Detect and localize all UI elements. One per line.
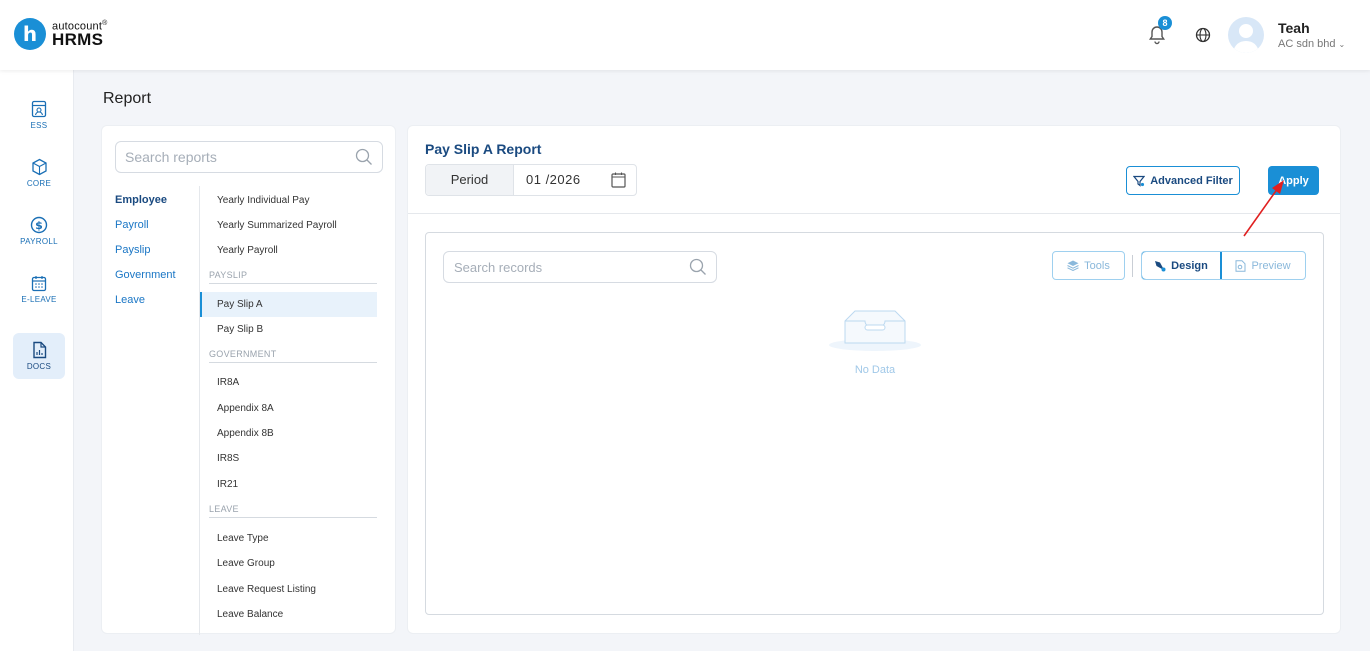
user-name[interactable]: Teah — [1278, 20, 1310, 36]
section-header-leave: LEAVE — [209, 504, 377, 518]
apply-button[interactable]: Apply — [1268, 166, 1319, 195]
calendar-icon — [31, 275, 47, 291]
section-header-government: GOVERNMENT — [209, 349, 377, 363]
report-item[interactable]: Appendix 8B — [200, 421, 377, 446]
section-header-payslip: PAYSLIP — [209, 270, 377, 284]
rail-label: ESS — [30, 121, 48, 130]
preview-icon — [1235, 259, 1246, 272]
category-list: Employee Payroll Payslip Government Leav… — [115, 193, 176, 318]
category-payroll[interactable]: Payroll — [115, 218, 176, 243]
report-main-panel: Pay Slip A Report Period 01 /2026 Advanc… — [407, 125, 1341, 634]
rail-item-core[interactable]: CORE — [13, 150, 65, 196]
report-item[interactable]: Leave Group — [200, 551, 377, 576]
empty-state: No Data — [825, 307, 925, 376]
logo-mark: h — [14, 18, 46, 50]
advanced-filter-button[interactable]: Advanced Filter — [1126, 166, 1240, 195]
search-records-input[interactable] — [444, 252, 684, 282]
tools-button[interactable]: Tools — [1052, 251, 1125, 280]
report-item[interactable]: Leave Type — [200, 526, 377, 551]
rail-label: CORE — [26, 179, 52, 188]
svg-text:$: $ — [35, 219, 43, 232]
logo-registered: ® — [102, 19, 108, 27]
notification-badge: 8 — [1158, 16, 1172, 30]
bell-icon[interactable]: 8 — [1144, 16, 1172, 48]
report-item[interactable]: Yearly Payroll — [200, 238, 377, 263]
report-preview-area: Tools Design Preview No Data — [425, 232, 1324, 615]
reports-panel: Employee Payroll Payslip Government Leav… — [101, 125, 396, 635]
design-tab[interactable]: Design — [1142, 252, 1222, 279]
ess-icon — [31, 100, 47, 118]
no-data-text: No Data — [854, 364, 896, 376]
page-title: Report — [103, 90, 152, 107]
category-payslip[interactable]: Payslip — [115, 243, 176, 268]
report-item[interactable]: Leave Request Listing — [200, 577, 377, 602]
app-logo[interactable]: h autocount® HRMS — [14, 18, 107, 50]
payroll-icon: $ — [30, 216, 48, 234]
category-employee[interactable]: Employee — [115, 193, 176, 218]
search-reports-input[interactable] — [116, 142, 346, 172]
user-company[interactable]: AC sdn bhd ⌄ — [1278, 38, 1345, 50]
report-item[interactable]: IR8S — [200, 446, 377, 471]
search-records-box — [443, 251, 717, 283]
search-reports-box — [115, 141, 383, 173]
rail-item-docs[interactable]: DOCS — [13, 333, 65, 379]
top-header: h autocount® HRMS 8 Teah AC sdn bhd ⌄ — [0, 0, 1370, 70]
module-rail: ESS CORE $ PAYROLL E-LEAVE DOCS — [0, 70, 74, 651]
category-leave[interactable]: Leave — [115, 293, 176, 318]
report-title: Pay Slip A Report — [425, 141, 542, 157]
rail-label: PAYROLL — [20, 237, 58, 246]
chevron-down-icon: ⌄ — [1338, 40, 1346, 49]
design-icon — [1155, 260, 1166, 271]
category-government[interactable]: Government — [115, 268, 176, 293]
calendar-icon[interactable] — [611, 172, 626, 188]
period-value[interactable]: 01 /2026 — [526, 165, 581, 195]
layers-icon — [1067, 260, 1079, 271]
rail-item-ess[interactable]: ESS — [13, 92, 65, 138]
globe-icon[interactable] — [1190, 22, 1216, 48]
rail-label: E-LEAVE — [21, 294, 57, 304]
design-preview-toggle: Design Preview — [1141, 251, 1306, 280]
rail-label: DOCS — [26, 362, 52, 371]
report-item[interactable]: IR21 — [200, 472, 377, 497]
preview-tab[interactable]: Preview — [1221, 252, 1305, 279]
report-item-active[interactable]: Pay Slip A — [200, 292, 377, 317]
main-divider — [408, 213, 1340, 214]
report-item[interactable]: Yearly Individual Pay — [200, 188, 377, 213]
report-item[interactable]: Appendix 8A — [200, 396, 377, 421]
report-item[interactable]: IR8A — [200, 370, 377, 395]
core-icon — [31, 158, 47, 176]
empty-box-icon — [829, 310, 921, 351]
avatar[interactable] — [1228, 17, 1264, 53]
rail-item-payroll[interactable]: $ PAYROLL — [13, 208, 65, 254]
report-item[interactable]: Yearly Summarized Payroll — [200, 213, 377, 238]
report-item[interactable]: Pay Slip B — [200, 317, 377, 342]
period-label: Period — [426, 165, 514, 195]
search-icon[interactable] — [355, 148, 373, 166]
search-icon[interactable] — [689, 258, 707, 276]
report-item[interactable]: Leave Balance — [200, 602, 377, 627]
toolbar-separator — [1132, 255, 1133, 277]
docs-icon — [32, 341, 46, 359]
logo-brand-big: HRMS — [52, 30, 104, 50]
period-field[interactable]: Period 01 /2026 — [425, 164, 637, 196]
rail-item-e-leave[interactable]: E-LEAVE — [13, 266, 65, 312]
filter-icon — [1133, 175, 1146, 187]
